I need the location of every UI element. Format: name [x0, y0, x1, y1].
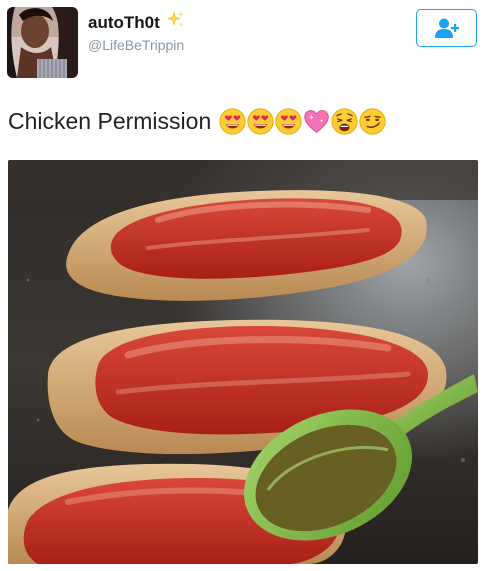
sparkles-icon: [166, 10, 186, 35]
tweet-card: autoTh0t @LifeBeTrippin Chicken Permissi…: [0, 0, 485, 571]
emoji-row: [219, 108, 386, 135]
heart-eyes-emoji-icon: [219, 108, 246, 135]
sparkling-heart-icon: [304, 109, 329, 134]
avatar[interactable]: [7, 7, 78, 78]
smirking-face-icon: [359, 108, 386, 135]
user-info: autoTh0t @LifeBeTrippin: [88, 10, 186, 53]
weary-face-icon: [331, 108, 358, 135]
tweet-text-content: Chicken Permission: [8, 108, 212, 134]
display-name[interactable]: autoTh0t: [88, 13, 160, 33]
avatar-image: [7, 7, 78, 78]
tweet-text: Chicken Permission: [8, 108, 386, 135]
add-user-icon: [434, 18, 459, 38]
heart-eyes-emoji-icon: [247, 108, 274, 135]
user-handle[interactable]: @LifeBeTrippin: [88, 37, 186, 53]
chicken-parmesan-photo: [8, 160, 478, 564]
heart-eyes-emoji-icon: [275, 108, 302, 135]
follow-button[interactable]: [416, 9, 477, 47]
tweet-photo[interactable]: [8, 160, 478, 564]
